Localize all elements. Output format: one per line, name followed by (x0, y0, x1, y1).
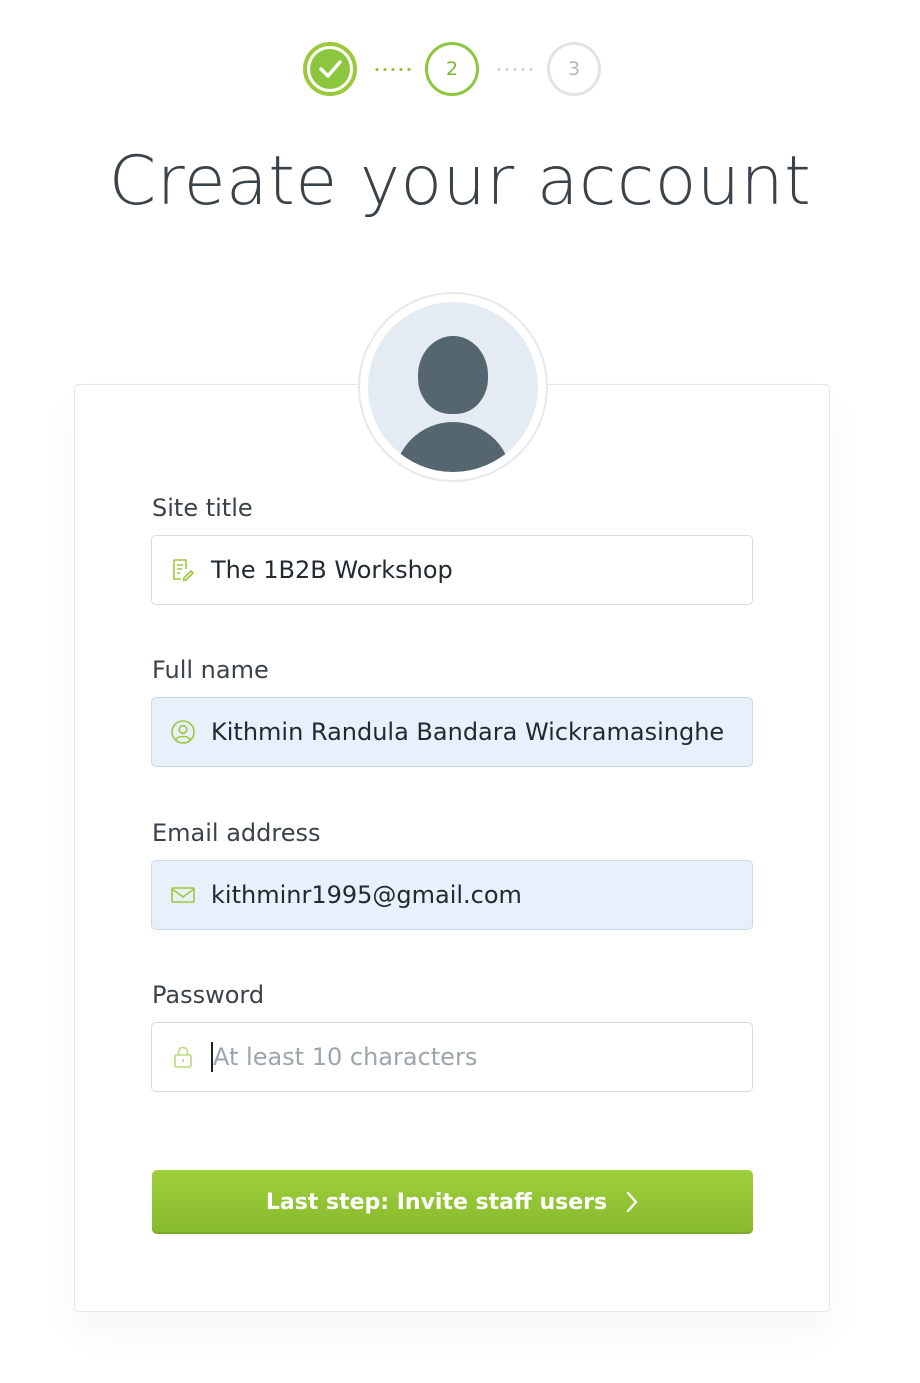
invite-staff-button[interactable]: Last step: Invite staff users (152, 1170, 753, 1234)
step-connector (373, 68, 413, 71)
password-placeholder: At least 10 characters (213, 1043, 478, 1071)
step-2-current: 2 (425, 42, 479, 96)
invite-staff-button-label: Last step: Invite staff users (265, 1189, 608, 1215)
full-name-input[interactable]: Kithmin Randula Bandara Wickramasinghe (151, 697, 753, 767)
email-label: Email address (152, 819, 321, 847)
site-title-label: Site title (152, 494, 253, 522)
email-input[interactable]: kithminr1995@gmail.com (151, 860, 753, 930)
check-icon (310, 49, 350, 89)
full-name-label: Full name (152, 656, 269, 684)
email-value: kithminr1995@gmail.com (211, 881, 522, 909)
password-input[interactable]: At least 10 characters (151, 1022, 753, 1092)
mail-icon (170, 882, 196, 908)
site-title-input[interactable]: The 1B2B Workshop (151, 535, 753, 605)
user-icon (170, 719, 196, 745)
full-name-value: Kithmin Randula Bandara Wickramasinghe (211, 718, 725, 746)
avatar-placeholder-icon (368, 302, 538, 472)
avatar-upload[interactable] (358, 292, 548, 482)
progress-steps: 2 3 (0, 42, 920, 102)
page-title: Create your account (108, 142, 812, 221)
lock-icon (170, 1044, 196, 1070)
step-1-complete (303, 42, 357, 96)
edit-icon (170, 557, 196, 583)
chevron-right-icon (625, 1190, 639, 1214)
password-label: Password (152, 981, 265, 1009)
step-connector (495, 68, 535, 71)
step-3-upcoming: 3 (547, 42, 601, 96)
site-title-value: The 1B2B Workshop (211, 556, 453, 584)
